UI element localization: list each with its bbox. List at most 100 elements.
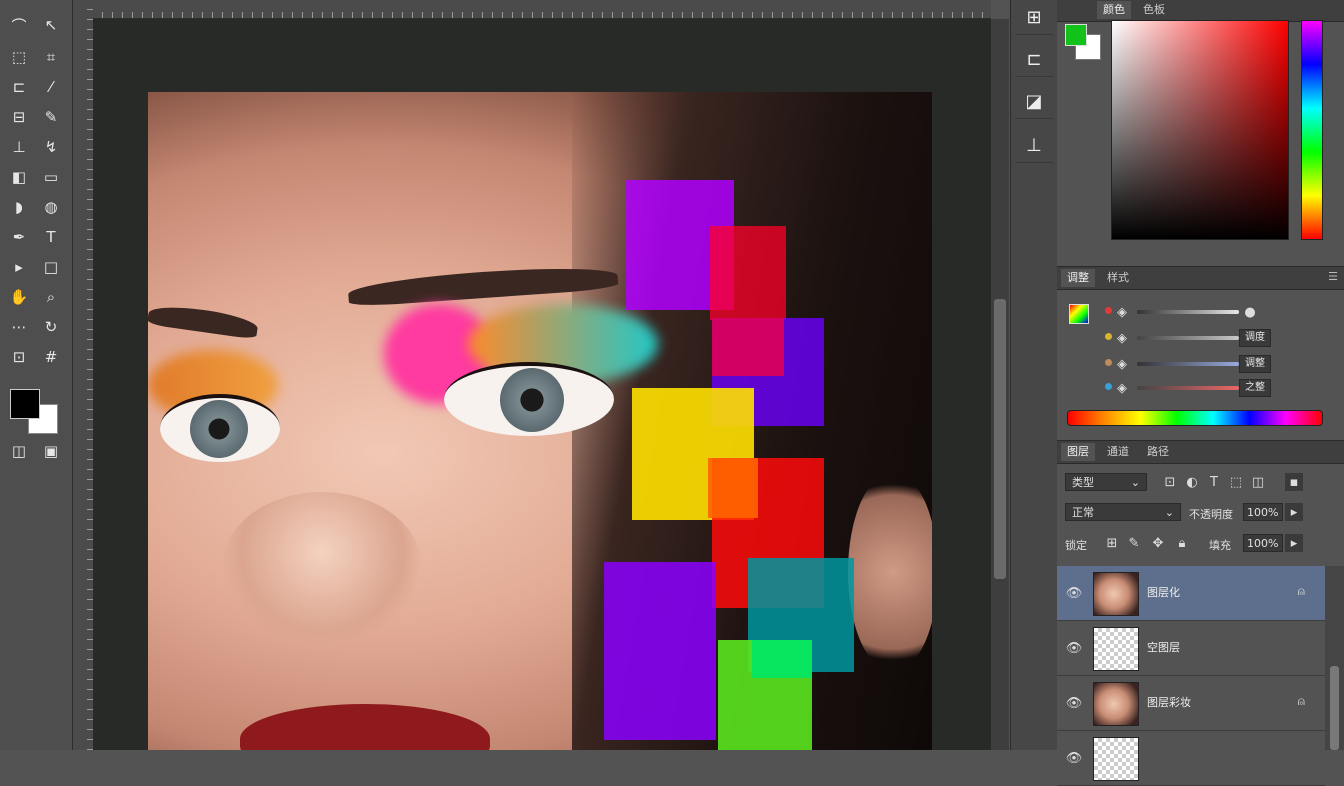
- opacity-dropdown-icon[interactable]: ▸: [1285, 503, 1303, 521]
- edit-toolbar-icon[interactable]: ⋯: [6, 316, 32, 338]
- color-spectrum-bar[interactable]: [1067, 410, 1323, 426]
- magic-wand-icon[interactable]: ↖: [38, 14, 64, 36]
- adjust-value[interactable]: 调度: [1239, 329, 1271, 347]
- adjust-slider[interactable]: [1137, 336, 1239, 340]
- picker-foreground-swatch[interactable]: [1065, 24, 1087, 46]
- adjust-slider-row: ◈ ●: [1057, 302, 1344, 322]
- scrollbar-thumb[interactable]: [1330, 666, 1339, 750]
- marquee-icon[interactable]: ⬚: [6, 46, 32, 68]
- path-select-icon[interactable]: ▸: [6, 256, 32, 278]
- channel-icon: ◈: [1117, 330, 1127, 346]
- visibility-eye-icon[interactable]: 👁︎: [1065, 639, 1083, 657]
- quick-mask-icon[interactable]: ◫: [6, 440, 32, 462]
- lasso-icon[interactable]: ⌒: [6, 14, 32, 36]
- heal-icon[interactable]: ⊟: [6, 106, 32, 128]
- pen-icon[interactable]: ✒: [6, 226, 32, 248]
- tab-swatches[interactable]: 色板: [1137, 1, 1171, 19]
- eraser-icon[interactable]: ◧: [6, 166, 32, 188]
- lock-pixels-icon[interactable]: ✎: [1125, 534, 1143, 552]
- tab-styles[interactable]: 样式: [1101, 269, 1135, 287]
- filter-shape-icon[interactable]: ⬚: [1227, 473, 1245, 491]
- clone-stamp-icon[interactable]: ⊥: [6, 136, 32, 158]
- layer-thumbnail: [1093, 682, 1139, 726]
- deep-violet-square: [604, 562, 716, 740]
- properties-panel-icon[interactable]: ⊏: [1015, 42, 1053, 77]
- tab-paths[interactable]: 路径: [1141, 443, 1175, 461]
- filter-pixel-icon[interactable]: ⊡: [1161, 473, 1179, 491]
- history-panel-icon[interactable]: ⊞: [1015, 0, 1053, 35]
- eyedropper-icon[interactable]: ⁄: [38, 76, 64, 98]
- adjust-value[interactable]: 调整: [1239, 355, 1271, 373]
- lock-transparent-icon[interactable]: ⊞: [1103, 534, 1121, 552]
- blend-mode-select[interactable]: 正常 ⌄: [1065, 503, 1181, 521]
- layer-row[interactable]: 👁︎ 图层化 ⍝: [1057, 566, 1325, 621]
- zoom-icon[interactable]: ⌕: [38, 286, 64, 308]
- foreground-color-swatch[interactable]: [10, 389, 40, 419]
- tab-channels[interactable]: 通道: [1101, 443, 1135, 461]
- slice-icon[interactable]: ⊏: [6, 76, 32, 98]
- brush-icon[interactable]: ✎: [38, 106, 64, 128]
- adjust-slider[interactable]: [1137, 310, 1239, 314]
- left-eyebrow: [148, 302, 259, 340]
- scrollbar-thumb[interactable]: [994, 299, 1006, 579]
- adjust-slider-row: ◈ 调整: [1057, 354, 1344, 374]
- layer-row[interactable]: 👁︎ 图层彩妆 ⍝: [1057, 676, 1325, 731]
- history-brush-icon[interactable]: ↯: [38, 136, 64, 158]
- visibility-eye-icon[interactable]: 👁︎: [1065, 749, 1083, 767]
- filter-smart-icon[interactable]: ◫: [1249, 473, 1267, 491]
- orange-square: [708, 458, 758, 518]
- horizontal-ruler: [93, 0, 991, 19]
- layer-filter-select[interactable]: 类型 ⌄: [1065, 473, 1147, 491]
- lock-position-icon[interactable]: ✥: [1149, 534, 1167, 552]
- dodge-icon[interactable]: ◍: [38, 196, 64, 218]
- hand-icon[interactable]: ✋: [6, 286, 32, 308]
- adjustments-panel-icon[interactable]: ◪: [1015, 84, 1053, 119]
- count-icon[interactable]: #: [38, 346, 64, 368]
- panel-menu-icon[interactable]: ☰: [1328, 270, 1338, 283]
- layer-lock-icon: ⍝: [1297, 694, 1305, 708]
- color-saturation-field[interactable]: [1111, 20, 1289, 240]
- right-panels: 颜色 色板 调整 样式 ☰ ◈ ● ◈ 调度 ◈ 调整 ◈ 之整 图层 通道 路…: [1057, 0, 1344, 786]
- tab-layers[interactable]: 图层: [1061, 443, 1095, 461]
- filter-type-icon[interactable]: T: [1205, 473, 1223, 491]
- rotate-view-icon[interactable]: ↻: [38, 316, 64, 338]
- magenta-square: [712, 318, 784, 376]
- layer-name: 图层化: [1147, 586, 1180, 599]
- filter-toggle-icon[interactable]: ▪: [1285, 473, 1303, 491]
- crop-icon[interactable]: ⌗: [38, 46, 64, 68]
- fill-dropdown-icon[interactable]: ▸: [1285, 534, 1303, 552]
- fill-input[interactable]: 100%: [1243, 534, 1283, 552]
- adjust-value[interactable]: 之整: [1239, 379, 1271, 397]
- tab-adjust[interactable]: 调整: [1061, 269, 1095, 287]
- channel-dot: [1105, 307, 1112, 314]
- ear: [848, 472, 932, 672]
- hue-slider[interactable]: [1301, 20, 1323, 240]
- lock-all-icon[interactable]: 🔒︎: [1173, 534, 1191, 552]
- layer-filter-label: 类型: [1072, 476, 1094, 489]
- note-icon[interactable]: ⊡: [6, 346, 32, 368]
- visibility-eye-icon[interactable]: 👁︎: [1065, 584, 1083, 602]
- styles-panel-icon[interactable]: ⊥: [1015, 128, 1053, 163]
- type-icon[interactable]: T: [38, 226, 64, 248]
- opacity-input[interactable]: 100%: [1243, 503, 1283, 521]
- lips: [240, 704, 490, 750]
- canvas-scrollbar[interactable]: [991, 19, 1009, 750]
- adjust-slider[interactable]: [1137, 386, 1239, 390]
- layer-lock-icon: ⍝: [1297, 584, 1305, 598]
- adjust-slider-row: ◈ 调度: [1057, 328, 1344, 348]
- layer-row[interactable]: 👁︎ 空图层: [1057, 621, 1325, 676]
- gradient-icon[interactable]: ▭: [38, 166, 64, 188]
- tab-color[interactable]: 颜色: [1097, 1, 1131, 19]
- layer-row[interactable]: 👁︎: [1057, 731, 1325, 786]
- channel-icon: ◈: [1117, 304, 1127, 320]
- filter-adjust-icon[interactable]: ◐: [1183, 473, 1201, 491]
- adjust-slider[interactable]: [1137, 362, 1239, 366]
- visibility-eye-icon[interactable]: 👁︎: [1065, 694, 1083, 712]
- blur-icon[interactable]: ◗: [6, 196, 32, 218]
- shape-icon[interactable]: □: [38, 256, 64, 278]
- screen-mode-icon[interactable]: ▣: [38, 440, 64, 462]
- slider-handle-icon[interactable]: ●: [1241, 303, 1259, 321]
- document-image[interactable]: [148, 92, 932, 750]
- adjust-slider-row: ◈ 之整: [1057, 378, 1344, 398]
- layers-scrollbar[interactable]: [1325, 566, 1344, 750]
